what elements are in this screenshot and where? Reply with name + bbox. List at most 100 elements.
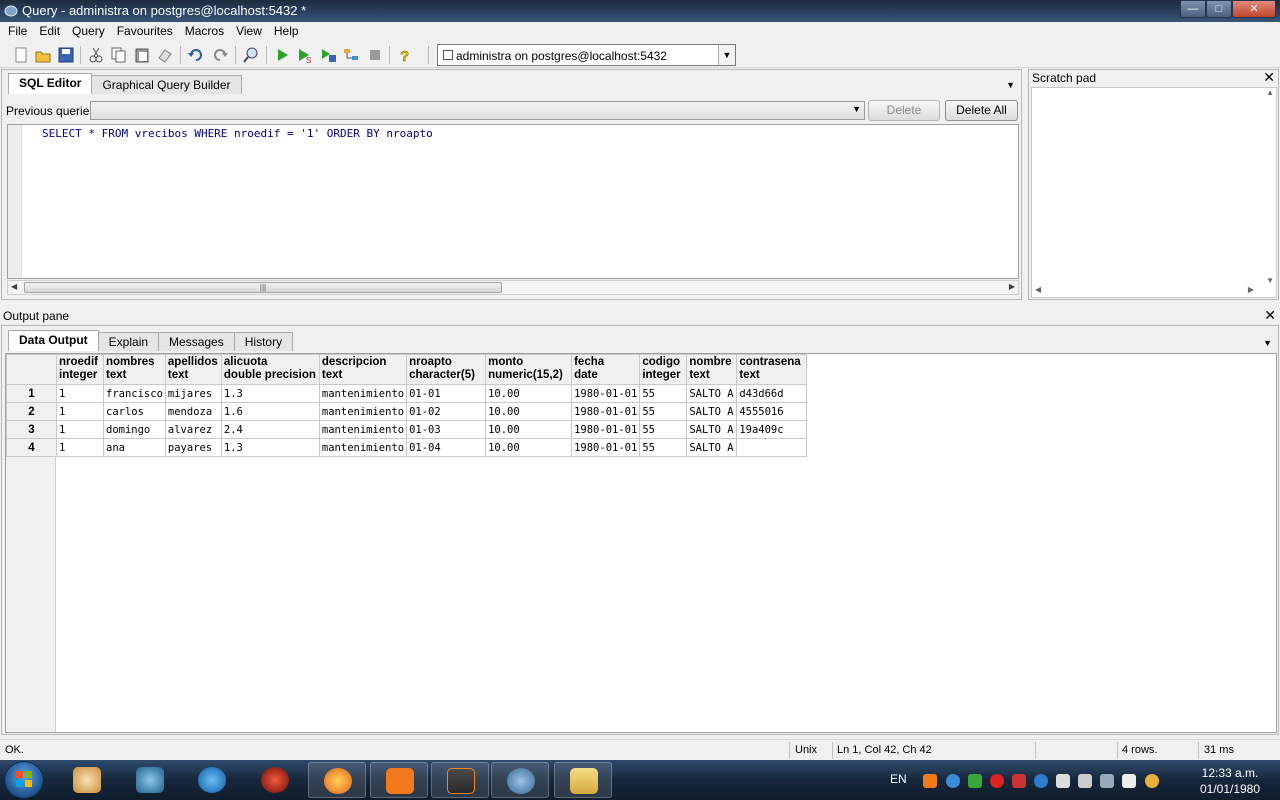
scratch-pad-text-area[interactable]: ▲ ▼ ◀ ▶ [1031, 87, 1277, 298]
flag-icon[interactable] [1122, 774, 1136, 788]
menu-favourites[interactable]: Favourites [111, 22, 179, 42]
undo-icon[interactable] [187, 46, 205, 64]
sublime-app-icon[interactable] [431, 762, 489, 798]
table-cell[interactable]: 01-02 [406, 402, 487, 421]
table-cell[interactable]: SALTO A [686, 420, 738, 439]
table-cell[interactable]: payares [164, 438, 222, 457]
table-cell[interactable]: 01-03 [406, 420, 487, 439]
table-cell[interactable]: 55 [639, 384, 688, 403]
xampp-tray-icon[interactable] [923, 774, 937, 788]
table-cell[interactable]: domingo [103, 420, 166, 439]
device-tray-icon[interactable] [1056, 774, 1070, 788]
table-cell[interactable]: 01-01 [406, 384, 487, 403]
column-header[interactable]: codigo integer [639, 354, 688, 385]
save-icon[interactable] [57, 46, 75, 64]
editor-horizontal-scrollbar[interactable]: ◀ ||| ▶ [7, 280, 1019, 295]
close-icon[interactable]: ✕ [1264, 307, 1276, 324]
close-icon[interactable]: ✕ [1263, 69, 1275, 86]
column-header[interactable]: descripcion text [318, 354, 408, 385]
maximize-button[interactable]: □ [1206, 0, 1232, 18]
table-cell[interactable]: mantenimiento [318, 438, 408, 457]
tab-sql-editor[interactable]: SQL Editor [8, 73, 93, 94]
explain-icon[interactable] [342, 46, 360, 64]
table-cell[interactable]: 1 [56, 420, 104, 439]
chevron-down-icon[interactable]: ▼ [718, 45, 735, 65]
help-icon[interactable]: ? [396, 46, 414, 66]
start-button[interactable] [4, 761, 44, 799]
green-tray-icon[interactable] [968, 774, 982, 788]
table-cell[interactable]: 10.00 [485, 384, 573, 403]
table-row[interactable]: 2 1 carlos mendoza 1.6 mantenimiento 01-… [6, 402, 808, 421]
taskbar-clock[interactable]: 12:33 a.m. 01/01/1980 [1185, 765, 1275, 797]
open-icon[interactable] [34, 46, 52, 64]
table-cell[interactable]: 1.6 [220, 402, 320, 421]
tab-messages[interactable]: Messages [158, 332, 235, 351]
table-row[interactable]: 1 1 francisco mijares 1.3 mantenimiento … [6, 384, 808, 403]
execute-pgscript-icon[interactable]: S [296, 46, 314, 65]
grid-corner[interactable] [6, 354, 57, 385]
red-gear-app-icon[interactable] [246, 762, 304, 798]
column-header[interactable]: contrasena text [736, 354, 808, 385]
scratch-vertical-scrollbar[interactable]: ▲ ▼ [1264, 88, 1274, 285]
table-cell[interactable]: mantenimiento [318, 402, 408, 421]
table-cell[interactable]: 1980-01-01 [571, 384, 641, 403]
table-row[interactable]: 4 1 ana payares 1.3 mantenimiento 01-04 … [6, 438, 808, 457]
column-header[interactable]: fecha date [571, 354, 641, 385]
table-cell[interactable]: francisco [103, 384, 166, 403]
table-cell[interactable]: 1 [56, 438, 104, 457]
scratch-horizontal-scrollbar[interactable]: ◀ ▶ [1032, 284, 1276, 297]
column-header[interactable]: nroedif integer [56, 354, 104, 385]
delete-all-button[interactable]: Delete All [945, 100, 1018, 121]
row-number[interactable]: 4 [6, 438, 57, 457]
table-cell[interactable]: SALTO A [686, 384, 738, 403]
table-cell[interactable]: 1980-01-01 [571, 438, 641, 457]
explorer-app-icon[interactable] [554, 762, 612, 798]
menu-help[interactable]: Help [268, 22, 305, 42]
clear-icon[interactable] [156, 46, 174, 64]
volume-icon[interactable] [1078, 774, 1092, 788]
firefox-app-icon[interactable] [308, 762, 366, 798]
close-button[interactable]: ✕ [1232, 0, 1276, 18]
table-cell[interactable]: SALTO A [686, 402, 738, 421]
tabs-menu-icon[interactable]: ▼ [1006, 80, 1015, 90]
tray-overflow-icon[interactable] [1145, 774, 1159, 788]
menu-macros[interactable]: Macros [179, 22, 230, 42]
table-cell[interactable]: 4555016 [736, 402, 808, 421]
connection-select[interactable]: administra on postgres@localhost:5432 ▼ [437, 44, 736, 66]
table-cell[interactable]: 1980-01-01 [571, 420, 641, 439]
previous-queries-select[interactable]: ▼ [90, 101, 865, 120]
table-cell[interactable]: 55 [639, 420, 688, 439]
table-cell[interactable]: 19a409c [736, 420, 808, 439]
column-header[interactable]: nroapto character(5) [406, 354, 487, 385]
power-icon[interactable] [1100, 774, 1114, 788]
table-cell[interactable]: 10.00 [485, 420, 573, 439]
paint-app-icon[interactable] [58, 762, 116, 798]
row-number[interactable]: 2 [6, 402, 57, 421]
table-cell[interactable] [736, 438, 808, 457]
sql-query-text[interactable]: SELECT * FROM vrecibos WHERE nroedif = '… [42, 127, 433, 140]
pgadmin-app-icon[interactable] [491, 762, 549, 798]
cut-icon[interactable] [87, 46, 105, 64]
opera-tray-icon[interactable] [990, 774, 1004, 788]
table-cell[interactable]: 2.4 [220, 420, 320, 439]
red-tray-icon[interactable] [1012, 774, 1026, 788]
table-cell[interactable]: 55 [639, 438, 688, 457]
cancel-icon[interactable] [366, 46, 384, 64]
language-indicator[interactable]: EN [890, 772, 907, 786]
table-cell[interactable]: alvarez [164, 420, 222, 439]
table-cell[interactable]: 1.3 [220, 438, 320, 457]
column-header[interactable]: apellidos text [164, 354, 222, 385]
menu-query[interactable]: Query [66, 22, 111, 42]
table-cell[interactable]: d43d66d [736, 384, 808, 403]
table-cell[interactable]: 1980-01-01 [571, 402, 641, 421]
column-header[interactable]: nombre text [686, 354, 738, 385]
tab-data-output[interactable]: Data Output [8, 330, 99, 351]
minimize-button[interactable]: — [1180, 0, 1206, 18]
table-cell[interactable]: 10.00 [485, 438, 573, 457]
tab-graphical-query-builder[interactable]: Graphical Query Builder [91, 75, 242, 94]
delete-button[interactable]: Delete [868, 100, 940, 121]
network-globe-icon[interactable] [946, 774, 960, 788]
tab-explain[interactable]: Explain [97, 332, 160, 351]
row-number[interactable]: 3 [6, 420, 57, 439]
table-cell[interactable]: SALTO A [686, 438, 738, 457]
